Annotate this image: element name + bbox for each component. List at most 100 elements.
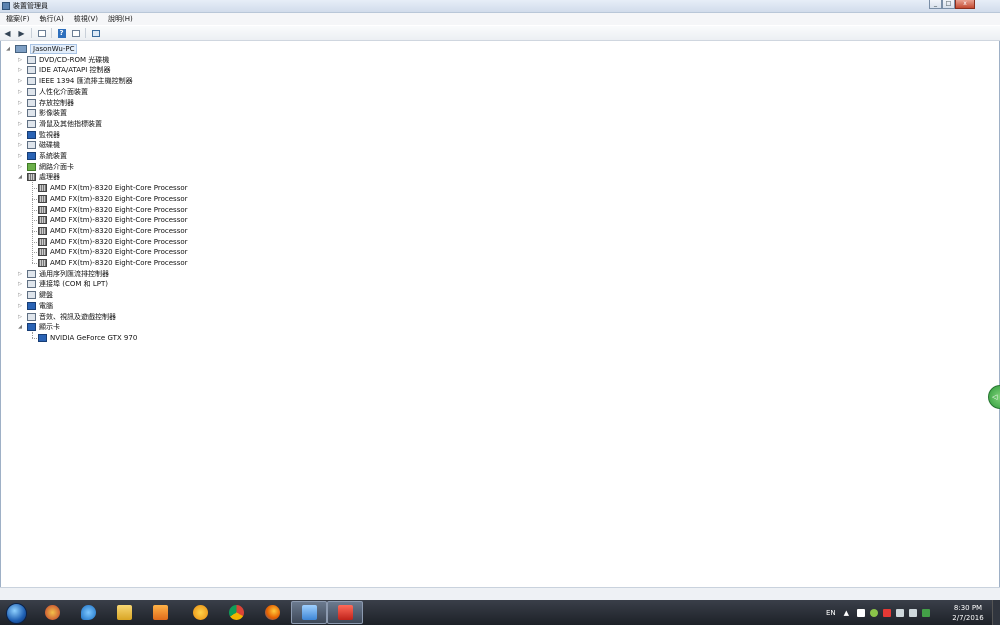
tree-device-processor[interactable]: AMD FX(tm)-8320 Eight-Core Processor bbox=[38, 205, 188, 215]
expand-arrow-icon[interactable]: ▷ bbox=[17, 153, 23, 159]
chrome-icon[interactable] bbox=[218, 601, 254, 624]
expand-arrow-icon[interactable]: ▷ bbox=[17, 78, 23, 84]
tree-category[interactable]: ▷ 監視器 bbox=[17, 130, 60, 140]
tree-category[interactable]: ▷ 系統裝置 bbox=[17, 151, 67, 161]
tree-device-processor[interactable]: AMD FX(tm)-8320 Eight-Core Processor bbox=[38, 258, 188, 268]
properties-icon[interactable] bbox=[70, 28, 81, 38]
expand-arrow-icon[interactable]: ▷ bbox=[17, 100, 23, 106]
hid-icon bbox=[27, 87, 36, 96]
tree-item-label: 網路介面卡 bbox=[39, 162, 74, 171]
media-player-icon[interactable] bbox=[142, 601, 178, 624]
internet-explorer-icon[interactable] bbox=[70, 601, 106, 624]
tree-category[interactable]: ▷ 影像裝置 bbox=[17, 108, 67, 118]
taskbar-app-pinned-icon[interactable] bbox=[34, 601, 70, 624]
tree-category[interactable]: ▷ 人性化介面裝置 bbox=[17, 87, 88, 97]
close-button[interactable]: x bbox=[955, 0, 975, 9]
help-icon[interactable]: ? bbox=[56, 28, 67, 38]
expand-arrow-icon[interactable]: ▷ bbox=[17, 89, 23, 95]
processor-chip-icon bbox=[38, 226, 47, 235]
scan-hardware-icon[interactable] bbox=[90, 28, 101, 38]
toolbar: ◀ ▶ ? bbox=[0, 26, 1000, 41]
expand-arrow-icon[interactable]: ▷ bbox=[17, 303, 23, 309]
tree-category[interactable]: ▷ 電腦 bbox=[17, 301, 53, 311]
clock[interactable]: 8:30 PM 2/7/2016 bbox=[948, 603, 988, 623]
tree-device-processor[interactable]: AMD FX(tm)-8320 Eight-Core Processor bbox=[38, 237, 188, 247]
show-desktop-button[interactable] bbox=[992, 600, 1000, 625]
tree-item-label: AMD FX(tm)-8320 Eight-Core Processor bbox=[50, 205, 188, 214]
processor-chip-icon bbox=[38, 248, 47, 257]
tree-device-processor[interactable]: AMD FX(tm)-8320 Eight-Core Processor bbox=[38, 194, 188, 204]
tree-item-label: AMD FX(tm)-8320 Eight-Core Processor bbox=[50, 226, 188, 235]
tree-category[interactable]: ▷ 通用序列匯流排控制器 bbox=[17, 269, 109, 279]
start-button[interactable] bbox=[6, 603, 27, 624]
expand-arrow-icon[interactable]: ▷ bbox=[17, 164, 23, 170]
tree-guide-line bbox=[32, 182, 33, 263]
show-hidden-icons-icon[interactable]: ▲ bbox=[844, 609, 849, 617]
tree-category[interactable]: ◢ 處理器 bbox=[17, 172, 60, 182]
tree-category[interactable]: ▷ 存放控制器 bbox=[17, 98, 74, 108]
tree-item-label: IEEE 1394 匯流排主機控制器 bbox=[39, 77, 133, 86]
device-manager-icon bbox=[2, 2, 10, 10]
usb-controller-icon bbox=[27, 269, 36, 278]
menu-file[interactable]: 檔案(F) bbox=[0, 14, 34, 24]
tree-item-label: JasonWu-PC bbox=[30, 44, 78, 54]
firefox-icon[interactable] bbox=[254, 601, 290, 624]
tree-category[interactable]: ▷ 網路介面卡 bbox=[17, 162, 74, 172]
tree-category[interactable]: ▷ IDE ATA/ATAPI 控制器 bbox=[17, 65, 111, 75]
tree-root-computer[interactable]: ◢ JasonWu-PC bbox=[5, 44, 78, 54]
expand-arrow-icon[interactable]: ▷ bbox=[17, 67, 23, 73]
security-shield-icon[interactable] bbox=[922, 608, 931, 617]
tree-category[interactable]: ▷ 滑鼠及其他指標裝置 bbox=[17, 119, 102, 129]
tree-device-processor[interactable]: AMD FX(tm)-8320 Eight-Core Processor bbox=[38, 226, 188, 236]
tree-device-display[interactable]: NVIDIA GeForce GTX 970 bbox=[38, 333, 137, 343]
expand-arrow-icon[interactable]: ▷ bbox=[17, 57, 23, 63]
expand-arrow-icon[interactable]: ▷ bbox=[17, 132, 23, 138]
volume-icon[interactable] bbox=[909, 608, 918, 617]
tree-item-label: AMD FX(tm)-8320 Eight-Core Processor bbox=[50, 237, 188, 246]
remote-desktop-icon[interactable] bbox=[291, 601, 327, 624]
expand-arrow-icon[interactable]: ▷ bbox=[17, 271, 23, 277]
action-center-icon[interactable] bbox=[883, 608, 892, 617]
tree-device-processor[interactable]: AMD FX(tm)-8320 Eight-Core Processor bbox=[38, 247, 188, 257]
network-icon[interactable] bbox=[896, 608, 905, 617]
tree-item-label: 連接埠 (COM 和 LPT) bbox=[39, 280, 108, 289]
collapse-arrow-icon[interactable]: ◢ bbox=[17, 174, 23, 180]
tree-device-processor[interactable]: AMD FX(tm)-8320 Eight-Core Processor bbox=[38, 215, 188, 225]
expand-arrow-icon[interactable]: ▷ bbox=[17, 121, 23, 127]
forward-icon[interactable]: ▶ bbox=[16, 28, 27, 38]
tree-category[interactable]: ▷ DVD/CD-ROM 光碟機 bbox=[17, 55, 109, 65]
tree-category[interactable]: ▷ 鍵盤 bbox=[17, 290, 53, 300]
tree-guide-line bbox=[32, 263, 37, 264]
collapse-arrow-icon[interactable]: ◢ bbox=[5, 46, 11, 52]
maximize-button[interactable]: □ bbox=[942, 0, 955, 9]
tree-item-label: 磁碟機 bbox=[39, 141, 60, 150]
language-indicator[interactable]: EN bbox=[826, 609, 836, 617]
headphones-app-icon[interactable] bbox=[182, 601, 218, 624]
tree-category[interactable]: ▷ 連接埠 (COM 和 LPT) bbox=[17, 279, 108, 289]
file-explorer-icon[interactable] bbox=[106, 601, 142, 624]
menu-help[interactable]: 說明(H) bbox=[102, 14, 137, 24]
device-tree-panel: ◢ JasonWu-PC ▷ DVD/CD-ROM 光碟機 ▷ IDE ATA/ATAPI… bbox=[0, 41, 1000, 587]
network-adapter-icon bbox=[27, 162, 36, 171]
show-hide-console-tree-icon[interactable] bbox=[36, 28, 47, 38]
expand-arrow-icon[interactable]: ▷ bbox=[17, 292, 23, 298]
expand-arrow-icon[interactable]: ▷ bbox=[17, 281, 23, 287]
processor-icon bbox=[27, 173, 36, 182]
menu-action[interactable]: 執行(A) bbox=[34, 14, 68, 24]
tree-category[interactable]: ▷ IEEE 1394 匯流排主機控制器 bbox=[17, 76, 133, 86]
expand-arrow-icon[interactable]: ▷ bbox=[17, 314, 23, 320]
expand-arrow-icon[interactable]: ▷ bbox=[17, 110, 23, 116]
storage-controller-icon bbox=[27, 98, 36, 107]
tree-category[interactable]: ◢ 顯示卡 bbox=[17, 322, 60, 332]
expand-arrow-icon[interactable]: ▷ bbox=[17, 142, 23, 148]
collapse-arrow-icon[interactable]: ◢ bbox=[17, 324, 23, 330]
back-icon[interactable]: ◀ bbox=[2, 28, 13, 38]
windows-flag-icon[interactable] bbox=[857, 608, 866, 617]
minimize-button[interactable]: _ bbox=[929, 0, 942, 9]
menu-view[interactable]: 檢視(V) bbox=[68, 14, 102, 24]
tray-app-icon[interactable] bbox=[870, 608, 879, 617]
tree-category[interactable]: ▷ 音效、視訊及遊戲控制器 bbox=[17, 312, 116, 322]
tree-device-processor[interactable]: AMD FX(tm)-8320 Eight-Core Processor bbox=[38, 183, 188, 193]
tree-category[interactable]: ▷ 磁碟機 bbox=[17, 140, 60, 150]
device-manager-taskbar-icon[interactable] bbox=[327, 601, 363, 624]
